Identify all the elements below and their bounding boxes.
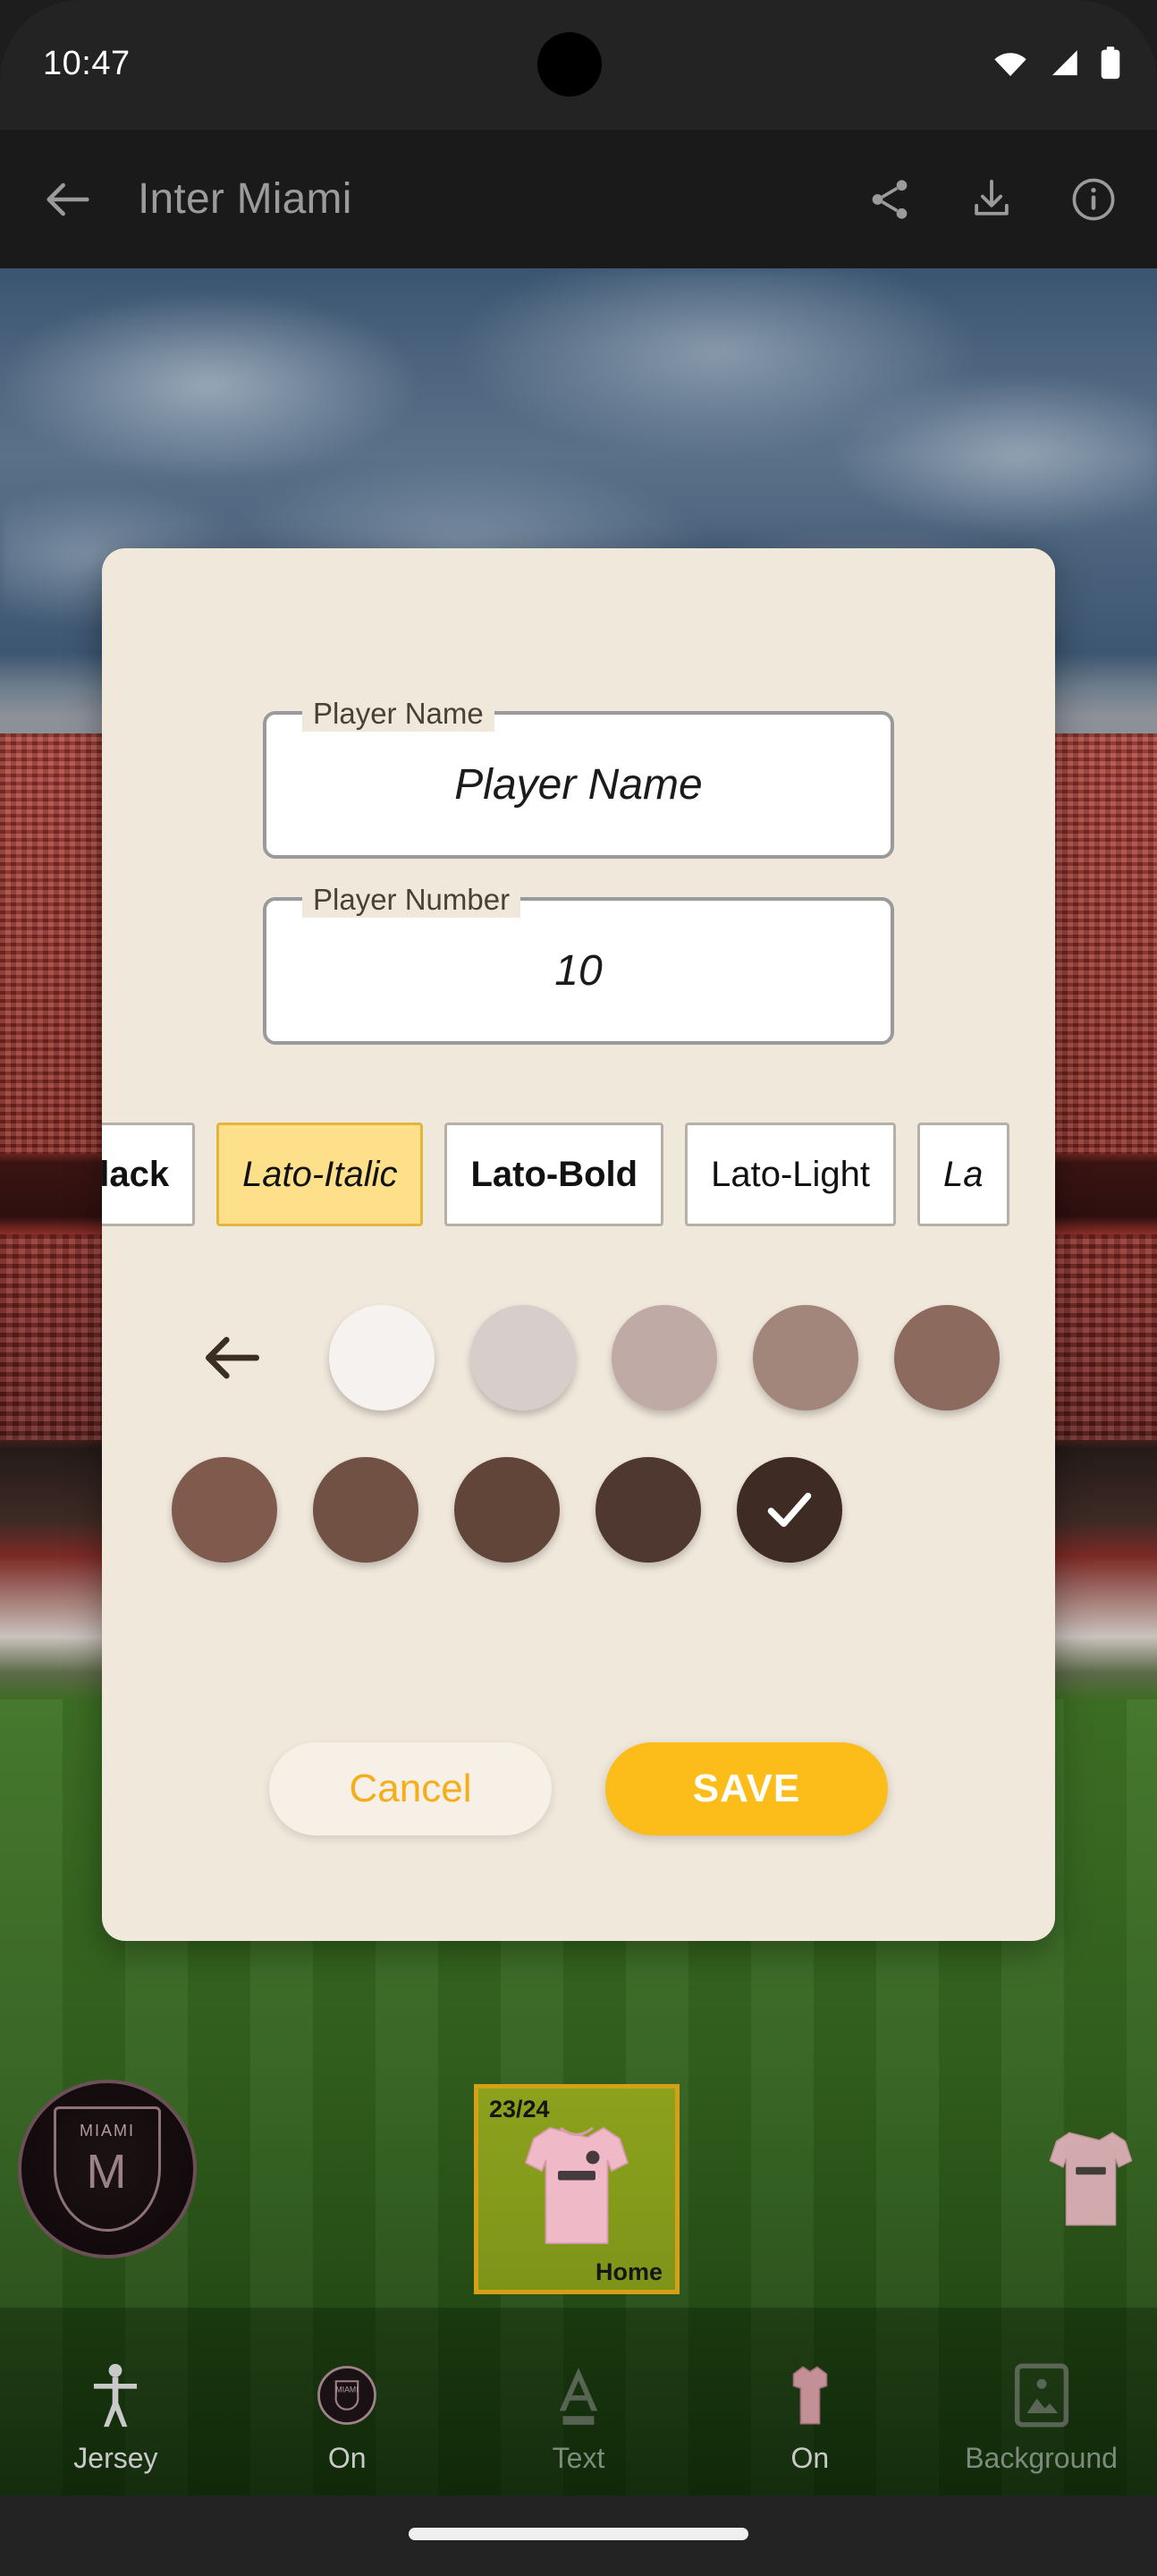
- back-arrow-icon[interactable]: [39, 171, 97, 228]
- share-icon[interactable]: [866, 175, 914, 224]
- player-name-field[interactable]: Player Name Player Name: [263, 696, 894, 859]
- wifi-icon: [994, 53, 1026, 77]
- nav-item-text[interactable]: Text: [489, 2360, 668, 2475]
- shirt-icon: [524, 2126, 629, 2244]
- gesture-pill[interactable]: [409, 2528, 748, 2540]
- nav-item-background[interactable]: Background: [952, 2360, 1131, 2475]
- info-icon[interactable]: [1069, 175, 1118, 224]
- nav-item-team[interactable]: MIAMI On: [258, 2360, 436, 2475]
- camera-punch-hole: [537, 32, 602, 97]
- system-gesture-bar: [0, 2496, 1157, 2576]
- cancel-button[interactable]: Cancel: [269, 1742, 552, 1835]
- font-chip-lato-black[interactable]: -Black: [102, 1123, 196, 1226]
- dialog-actions: Cancel SAVE: [102, 1742, 1055, 1835]
- color-swatch-4[interactable]: [894, 1305, 1000, 1411]
- app-bar: Inter Miami: [0, 130, 1157, 268]
- battery-icon: [1101, 47, 1120, 80]
- phone-screen: 10:47 Inter Miami MIAMI M 23/24 Home Jer…: [0, 0, 1157, 2576]
- status-bar-clock: 10:47: [43, 45, 131, 82]
- status-bar-icons: [992, 47, 1121, 80]
- player-number-field[interactable]: Player Number 10: [263, 882, 894, 1045]
- color-swatch-1[interactable]: [470, 1305, 576, 1411]
- font-chip-lato-italic[interactable]: Lato-Italic: [216, 1123, 424, 1226]
- color-swatch-9-selected[interactable]: [737, 1457, 842, 1563]
- nav-label-background: Background: [965, 2442, 1118, 2474]
- shirt-icon: [785, 2360, 835, 2431]
- person-icon: [90, 2360, 140, 2431]
- nav-label-kit: On: [790, 2442, 830, 2474]
- font-chip-lato-light[interactable]: Lato-Light: [685, 1123, 897, 1226]
- app-bar-actions: [866, 175, 1118, 224]
- player-name-input[interactable]: Player Name: [266, 715, 891, 855]
- color-swatch-8[interactable]: [595, 1457, 701, 1563]
- jersey-card-selected[interactable]: 23/24 Home: [474, 2084, 680, 2294]
- nav-label-text: Text: [552, 2442, 605, 2474]
- bottom-navigation: Jersey MIAMI On Text On Background: [0, 2343, 1157, 2496]
- download-icon[interactable]: [967, 175, 1016, 224]
- crest-icon: MIAMI: [316, 2360, 378, 2431]
- color-swatch-5[interactable]: [172, 1457, 277, 1563]
- nav-label-team: On: [327, 2442, 367, 2474]
- color-palette: [102, 1282, 1055, 1640]
- crest-shield: MIAMI M: [54, 2106, 161, 2232]
- image-icon: [1014, 2360, 1069, 2431]
- status-bar: 10:47: [0, 0, 1157, 130]
- color-swatch-3[interactable]: [753, 1305, 858, 1411]
- save-button[interactable]: SAVE: [605, 1742, 888, 1835]
- font-chip-lato-next[interactable]: La: [917, 1123, 1009, 1226]
- color-swatch-6[interactable]: [313, 1457, 418, 1563]
- edit-name-number-dialog: Player Name Player Name Player Number 10…: [102, 548, 1055, 1941]
- inter-miami-crest[interactable]: MIAMI M: [18, 2080, 197, 2258]
- check-icon: [767, 1492, 812, 1528]
- font-selector-list[interactable]: -Black Lato-Italic Lato-Bold Lato-Light …: [102, 1103, 1055, 1246]
- crest-top-text: MIAMI: [80, 2122, 135, 2140]
- color-swatch-0[interactable]: [329, 1305, 435, 1411]
- jersey-card-next[interactable]: [1037, 2104, 1144, 2265]
- color-row-1: [102, 1282, 1055, 1434]
- color-row-2: [102, 1434, 1055, 1586]
- text-a-icon: [553, 2360, 604, 2431]
- back-arrow-icon[interactable]: [197, 1322, 268, 1394]
- nav-label-jersey: Jersey: [73, 2442, 158, 2474]
- nav-item-kit[interactable]: On: [721, 2360, 899, 2475]
- jersey-kit-label: Home: [595, 2258, 663, 2285]
- color-swatch-2[interactable]: [612, 1305, 717, 1411]
- crest-monogram: M: [86, 2145, 129, 2199]
- font-chip-lato-bold[interactable]: Lato-Bold: [444, 1123, 664, 1226]
- cellular-signal-icon: [1051, 50, 1077, 76]
- player-number-input[interactable]: 10: [266, 901, 891, 1041]
- nav-item-jersey[interactable]: Jersey: [26, 2360, 205, 2475]
- color-swatch-7[interactable]: [454, 1457, 560, 1563]
- page-title: Inter Miami: [138, 175, 352, 223]
- svg-text:MIAMI: MIAMI: [336, 2385, 359, 2394]
